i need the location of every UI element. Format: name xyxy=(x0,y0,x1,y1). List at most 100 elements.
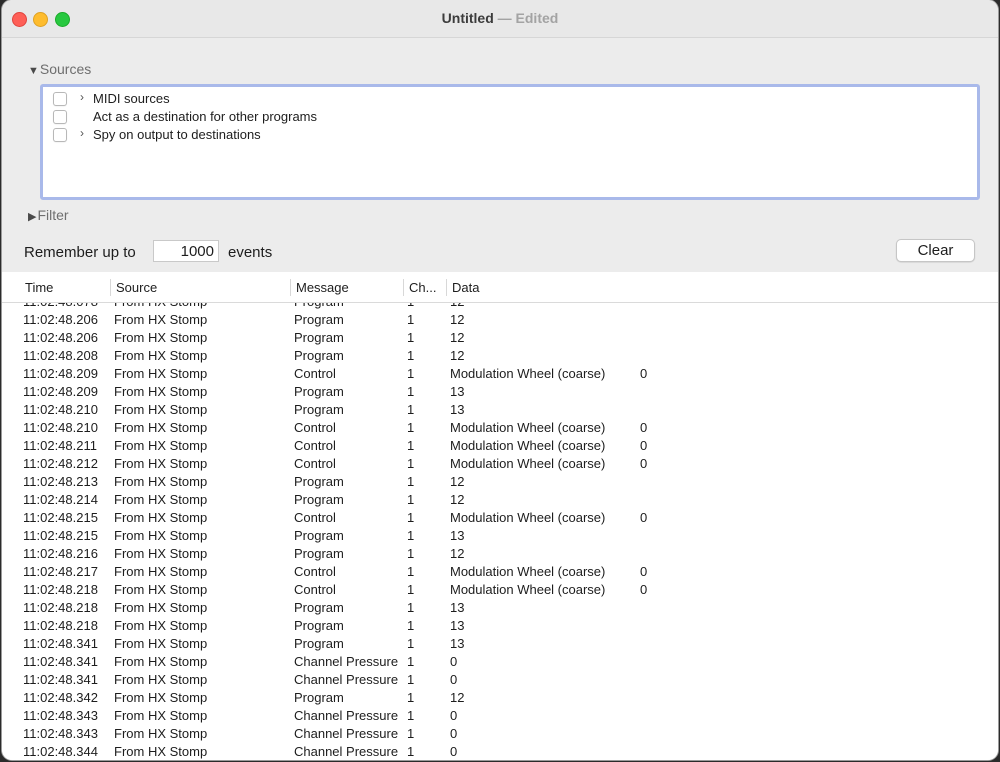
event-data: 12 xyxy=(450,348,465,363)
document-name: Untitled xyxy=(441,10,494,26)
event-time: 11:02:48.218 xyxy=(23,582,98,597)
table-row[interactable]: 11:02:48.206 From HX Stomp Program 1 12 xyxy=(2,328,998,346)
event-message: Control xyxy=(294,456,336,471)
column-divider[interactable] xyxy=(446,279,447,296)
event-limit-field[interactable] xyxy=(153,240,219,262)
table-row[interactable]: 11:02:48.216 From HX Stomp Program 1 12 xyxy=(2,544,998,562)
event-time: 11:02:48.209 xyxy=(23,384,98,399)
column-header-source[interactable]: Source xyxy=(116,280,157,295)
event-data: 0 xyxy=(450,744,458,759)
table-row[interactable]: 11:02:48.206 From HX Stomp Program 1 12 xyxy=(2,310,998,328)
event-channel: 1 xyxy=(407,384,415,399)
event-data: Modulation Wheel (coarse) xyxy=(450,366,606,381)
events-table[interactable]: 11:02:48.078From HX StompProgram11211:02… xyxy=(2,272,998,760)
event-data: Modulation Wheel (coarse) xyxy=(450,510,606,525)
clear-button[interactable]: Clear xyxy=(896,239,975,262)
table-row[interactable]: 11:02:48.210 From HX Stomp Program 1 13 xyxy=(2,400,998,418)
event-message: Control xyxy=(294,366,336,381)
sources-heading: Sources xyxy=(39,61,92,77)
event-time: 11:02:48.211 xyxy=(23,438,97,453)
event-time: 11:02:48.344 xyxy=(23,744,98,759)
event-channel: 1 xyxy=(407,312,415,327)
table-row[interactable]: 11:02:48.215 From HX Stomp Program 1 13 xyxy=(2,526,998,544)
table-row[interactable]: 11:02:48.218 From HX Stomp Control 1 Modulat… xyxy=(2,580,998,598)
column-divider[interactable] xyxy=(290,279,291,296)
event-source: From HX Stomp xyxy=(114,312,208,327)
event-time: 11:02:48.216 xyxy=(23,546,98,561)
midi-sources-checkbox[interactable] xyxy=(53,92,67,106)
table-row[interactable]: 11:02:48.209 From HX Stomp Control 1 Modulat… xyxy=(2,364,998,382)
table-row[interactable]: 11:02:48.343 From HX Stomp Channel Pressur… xyxy=(2,706,998,724)
event-time: 11:02:48.214 xyxy=(23,492,98,507)
table-row[interactable]: 11:02:48.218 From HX Stomp Program 1 13 xyxy=(2,616,998,634)
act-as-destination-checkbox[interactable] xyxy=(53,110,67,124)
event-source: From HX Stomp xyxy=(114,726,208,741)
event-message: Program xyxy=(294,474,344,489)
table-row[interactable]: 11:02:48.215 From HX Stomp Control 1 Modulat… xyxy=(2,508,998,526)
event-source: From HX Stomp xyxy=(114,582,208,597)
event-time: 11:02:48.209 xyxy=(23,366,98,381)
event-channel: 1 xyxy=(407,456,415,471)
table-row[interactable]: 11:02:48.341 From HX Stomp Channel Pressur… xyxy=(2,670,998,688)
column-header-time[interactable]: Time xyxy=(25,280,53,295)
table-row[interactable]: 11:02:48.343 From HX Stomp Channel Pressur… xyxy=(2,724,998,742)
column-header-message[interactable]: Message xyxy=(296,280,349,295)
column-header-data[interactable]: Data xyxy=(452,280,479,295)
source-item-spy-on-output[interactable]: › Spy on output to destinations xyxy=(43,126,977,144)
table-row[interactable]: 11:02:48.342 From HX Stomp Program 1 12 xyxy=(2,688,998,706)
column-divider[interactable] xyxy=(110,279,111,296)
table-row[interactable]: 11:02:48.209 From HX Stomp Program 1 13 xyxy=(2,382,998,400)
event-channel: 1 xyxy=(407,672,415,687)
event-source: From HX Stomp xyxy=(114,564,208,579)
table-row[interactable]: 11:02:48.213 From HX Stomp Program 1 12 xyxy=(2,472,998,490)
event-time: 11:02:48.206 xyxy=(23,330,98,345)
source-item-midi-sources[interactable]: › MIDI sources xyxy=(43,90,977,108)
event-channel: 1 xyxy=(407,618,415,633)
event-message: Channel Pressure xyxy=(294,708,399,723)
chevron-right-icon[interactable]: › xyxy=(80,126,84,140)
event-data-value: 0 xyxy=(640,438,648,453)
table-row[interactable]: 11:02:48.344 From HX Stomp Channel Pressur… xyxy=(2,742,998,760)
chevron-right-icon[interactable]: › xyxy=(80,90,84,104)
events-label: events xyxy=(228,244,273,261)
source-item-act-as-destination[interactable]: Act as a destination for other programs xyxy=(43,108,977,126)
event-message: Channel Pressure xyxy=(294,672,399,687)
table-row[interactable]: 11:02:48.214 From HX Stomp Program 1 12 xyxy=(2,490,998,508)
disclosure-triangle-down-icon[interactable]: ▼ xyxy=(28,65,39,77)
event-message: Control xyxy=(294,420,336,435)
title-bar[interactable]: Untitled — Edited xyxy=(2,0,998,38)
sources-disclosure[interactable]: ▼Sources xyxy=(28,61,91,77)
spy-on-output-checkbox[interactable] xyxy=(53,128,67,142)
table-row[interactable]: 11:02:48.212 From HX Stomp Control 1 Modulat… xyxy=(2,454,998,472)
table-row[interactable]: 11:02:48.210 From HX Stomp Control 1 Modulat… xyxy=(2,418,998,436)
event-data: 12 xyxy=(450,330,465,345)
disclosure-triangle-right-icon[interactable]: ▶ xyxy=(28,211,36,223)
event-time: 11:02:48.341 xyxy=(23,672,98,687)
event-data: 0 xyxy=(450,726,458,741)
table-row[interactable]: 11:02:48.218 From HX Stomp Program 1 13 xyxy=(2,598,998,616)
table-row[interactable]: 11:02:48.208 From HX Stomp Program 1 12 xyxy=(2,346,998,364)
event-channel: 1 xyxy=(407,582,415,597)
table-row[interactable]: 11:02:48.341 From HX Stomp Program 1 13 xyxy=(2,634,998,652)
event-time: 11:02:48.210 xyxy=(23,420,98,435)
event-channel: 1 xyxy=(407,510,415,525)
table-row[interactable]: 11:02:48.217 From HX Stomp Control 1 Modulat… xyxy=(2,562,998,580)
source-item-label: Spy on output to destinations xyxy=(93,127,261,142)
events-table-body[interactable]: 11:02:48.078From HX StompProgram11211:02… xyxy=(2,292,998,760)
event-message: Control xyxy=(294,564,336,579)
event-time: 11:02:48.212 xyxy=(23,456,98,471)
event-source: From HX Stomp xyxy=(114,348,208,363)
event-data-value: 0 xyxy=(640,420,648,435)
event-source: From HX Stomp xyxy=(114,438,208,453)
event-data: 0 xyxy=(450,654,458,669)
event-channel: 1 xyxy=(407,348,415,363)
event-channel: 1 xyxy=(407,744,415,759)
event-data-value: 0 xyxy=(640,456,648,471)
sources-list[interactable]: › MIDI sources Act as a destination for … xyxy=(40,84,980,200)
table-row[interactable]: 11:02:48.341 From HX Stomp Channel Pressur… xyxy=(2,652,998,670)
event-message: Program xyxy=(294,384,344,399)
table-row[interactable]: 11:02:48.211 From HX Stomp Control 1 Modulat… xyxy=(2,436,998,454)
column-header-channel[interactable]: Ch... xyxy=(409,280,436,295)
column-divider[interactable] xyxy=(403,279,404,296)
filter-disclosure[interactable]: ▶Filter xyxy=(28,207,69,223)
